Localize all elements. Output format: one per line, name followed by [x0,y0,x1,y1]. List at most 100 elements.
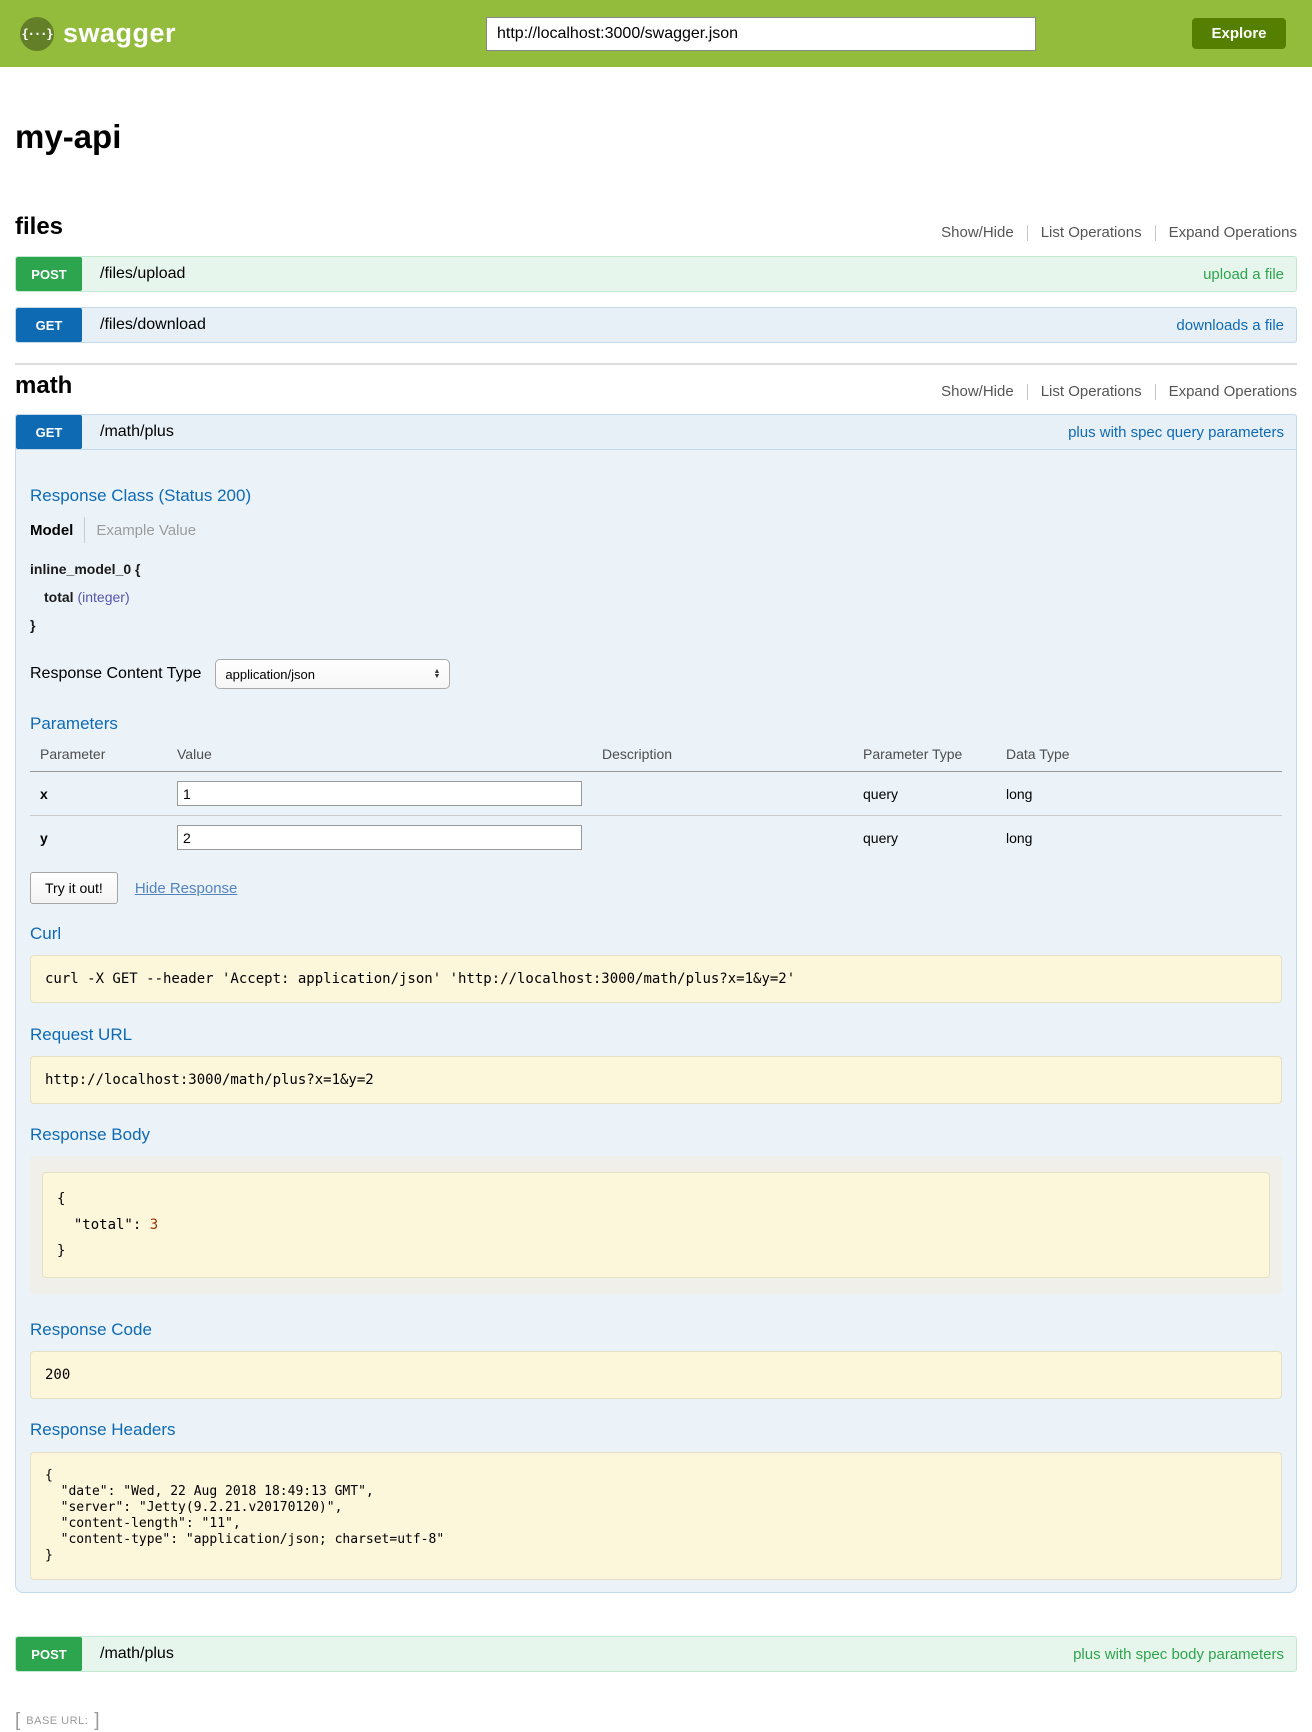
parameters-header-row: Parameter Value Description Parameter Ty… [30,742,1282,772]
response-headers-heading: Response Headers [30,1420,1282,1440]
model-open-line: inline_model_0 { [30,555,1282,583]
endpoint-path[interactable]: /math/plus [100,1645,174,1663]
curl-heading: Curl [30,924,1282,944]
response-content-type-row: Response Content Type application/json ▲… [30,659,1282,689]
response-code-heading: Response Code [30,1320,1282,1340]
try-it-out-button[interactable]: Try it out! [30,872,118,904]
table-row-param-x: x query long [30,772,1282,816]
response-body-json: { "total": 3 } [42,1172,1270,1278]
param-name: x [30,772,177,816]
col-parameter-type: Parameter Type [863,742,1006,772]
endpoint-summary[interactable]: plus with spec query parameters [1068,424,1284,441]
list-operations-link[interactable]: List Operations [1028,383,1155,400]
model-tabs: Model Example Value [30,517,1282,543]
tab-model[interactable]: Model [30,522,73,539]
property-type: integer [82,589,125,605]
content-wrap: my-api files Show/Hide List Operations E… [15,118,1297,1732]
endpoint-path[interactable]: /files/upload [100,265,185,283]
param-name: y [30,816,177,860]
section-title-math[interactable]: math [15,372,72,400]
hide-response-link[interactable]: Hide Response [135,880,238,897]
endpoint-path[interactable]: /math/plus [100,423,174,441]
parameters-heading: Parameters [30,714,1282,734]
json-brace: } [57,1243,65,1259]
curl-command: curl -X GET --header 'Accept: applicatio… [30,955,1282,1003]
section-title-files[interactable]: files [15,213,63,241]
method-badge-get: GET [16,308,82,342]
col-parameter: Parameter [30,742,177,772]
swagger-logo-icon: {···} [20,17,54,51]
spec-url-input[interactable] [486,17,1036,51]
col-data-type: Data Type [1006,742,1282,772]
app-header: {···} swagger Explore [0,0,1312,67]
base-url-footer: [ BASE URL: ] [15,1710,1297,1732]
param-description [602,772,863,816]
select-value: application/json [225,667,315,682]
param-type: query [863,816,1006,860]
try-row: Try it out! Hide Response [30,872,1282,904]
section-options: Show/Hide List Operations Expand Operati… [928,383,1297,400]
response-content-type-select[interactable]: application/json ▲▼ [215,659,450,689]
list-operations-link[interactable]: List Operations [1028,224,1155,241]
method-badge-post: POST [16,257,82,291]
endpoint-row-math-plus-post: POST /math/plus plus with spec body para… [15,1636,1297,1672]
endpoint-row-files-upload: POST /files/upload upload a file [15,256,1297,292]
request-url-value: http://localhost:3000/math/plus?x=1&y=2 [30,1056,1282,1104]
table-row-param-y: y query long [30,816,1282,860]
json-key: "total" [74,1217,133,1233]
base-url-label: BASE URL: [26,1715,88,1727]
select-arrows-icon: ▲▼ [433,669,440,679]
endpoint-path[interactable]: /files/download [100,316,206,334]
section-options: Show/Hide List Operations Expand Operati… [928,224,1297,241]
show-hide-link[interactable]: Show/Hide [928,224,1027,241]
endpoint-math-plus-get: GET /math/plus plus with spec query para… [15,414,1297,1593]
operation-detail-panel: Response Class (Status 200) Model Exampl… [15,450,1297,1593]
json-value: 3 [150,1217,158,1233]
section-divider [15,363,1297,365]
show-hide-link[interactable]: Show/Hide [928,383,1027,400]
endpoint-row-files-download: GET /files/download downloads a file [15,307,1297,343]
request-url-heading: Request URL [30,1025,1282,1045]
param-data-type: long [1006,816,1282,860]
response-body-heading: Response Body [30,1125,1282,1145]
expand-operations-link[interactable]: Expand Operations [1156,383,1297,400]
method-badge-post: POST [16,1637,82,1671]
section-header-math: math Show/Hide List Operations Expand Op… [15,372,1297,400]
response-class-heading: Response Class (Status 200) [30,486,1282,506]
api-title: my-api [15,118,1297,156]
expand-operations-link[interactable]: Expand Operations [1156,224,1297,241]
method-badge-get: GET [16,415,82,449]
parameters-table: Parameter Value Description Parameter Ty… [30,742,1282,859]
brand-title: swagger [63,18,176,49]
col-value: Value [177,742,602,772]
swagger-logo[interactable]: {···} swagger [20,17,176,51]
property-name: total [44,589,74,605]
json-colon: : [133,1217,150,1233]
endpoint-row-math-plus-get: GET /math/plus plus with spec query para… [15,414,1297,450]
model-close-line: } [30,611,1282,639]
endpoint-summary[interactable]: downloads a file [1176,317,1284,334]
param-type: query [863,772,1006,816]
param-y-input[interactable] [177,825,582,850]
explore-button[interactable]: Explore [1192,18,1286,49]
response-headers-json: { "date": "Wed, 22 Aug 2018 18:49:13 GMT… [30,1452,1282,1580]
property-paren: ) [125,589,130,605]
endpoint-summary[interactable]: plus with spec body parameters [1073,1646,1284,1663]
model-property: total (integer) [30,583,1282,611]
tab-separator [84,517,85,543]
response-body-container: { "total": 3 } [30,1156,1282,1294]
param-x-input[interactable] [177,781,582,806]
response-code-value: 200 [30,1351,1282,1399]
param-description [602,816,863,860]
property-paren: ( [74,589,83,605]
param-data-type: long [1006,772,1282,816]
bracket-open: [ [15,1710,20,1732]
tab-example-value[interactable]: Example Value [96,522,196,539]
section-header-files: files Show/Hide List Operations Expand O… [15,213,1297,241]
col-description: Description [602,742,863,772]
response-content-type-label: Response Content Type [30,665,201,683]
json-brace: { [57,1191,74,1233]
model-signature: inline_model_0 { total (integer) } [30,555,1282,639]
endpoint-summary[interactable]: upload a file [1203,266,1284,283]
bracket-close: ] [94,1710,99,1732]
